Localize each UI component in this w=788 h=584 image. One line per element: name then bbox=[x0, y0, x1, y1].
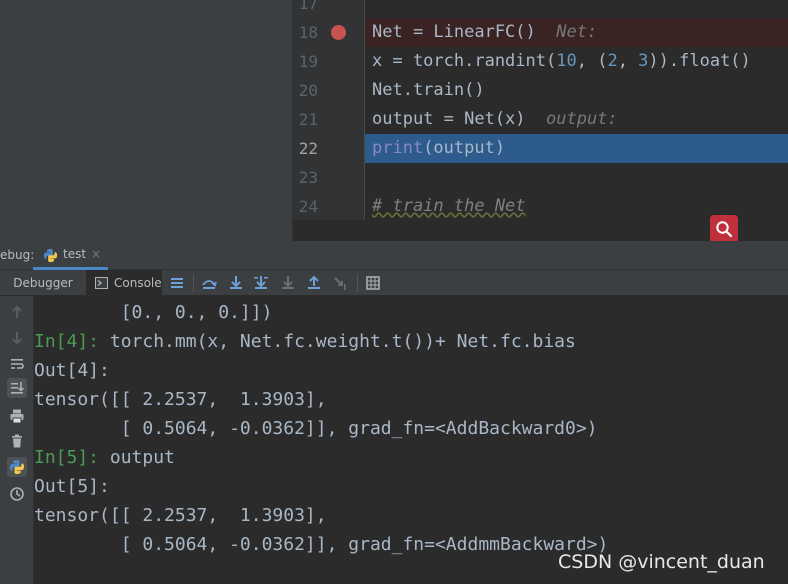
soft-wrap-icon[interactable] bbox=[9, 356, 25, 372]
line-number: 20 bbox=[298, 81, 318, 100]
code-line-22[interactable]: 22 print(output) bbox=[293, 134, 788, 163]
debug-console-output[interactable]: [0., 0., 0.]]) In[4]: torch.mm(x, Net.fc… bbox=[34, 296, 788, 584]
line-number: 22 bbox=[298, 139, 318, 158]
project-panel bbox=[0, 0, 293, 241]
force-step-into-icon[interactable] bbox=[280, 275, 296, 291]
tab-debugger[interactable]: Debugger bbox=[6, 270, 80, 296]
tab-test[interactable]: test × bbox=[33, 241, 108, 270]
console-prompt: In[4]: bbox=[34, 331, 100, 352]
code-line-23[interactable]: 23 bbox=[293, 163, 788, 192]
run-to-cursor-icon[interactable] bbox=[333, 275, 349, 291]
trash-icon[interactable] bbox=[9, 433, 25, 449]
console-line: [ 0.5064, -0.0362]], grad_fn=<AddBackwar… bbox=[34, 418, 598, 439]
console-line: In[5]: output bbox=[34, 447, 175, 468]
scroll-up-icon[interactable] bbox=[9, 304, 25, 320]
tab-label: test bbox=[63, 247, 87, 261]
console-line: tensor([[ 2.2537, 1.3903], bbox=[34, 505, 327, 526]
scroll-to-end-icon[interactable] bbox=[9, 380, 25, 396]
console-line: Out[5]: bbox=[34, 476, 110, 497]
debug-label: ebug: bbox=[0, 248, 35, 262]
breakpoint-icon[interactable] bbox=[331, 25, 346, 40]
debug-tool-window-header: ebug: test × bbox=[0, 241, 788, 270]
search-icon bbox=[716, 221, 733, 238]
line-number: 23 bbox=[298, 168, 318, 187]
watermark: CSDN @vincent_duan bbox=[558, 551, 765, 573]
line-number: 17 bbox=[298, 0, 318, 13]
step-into-my-code-icon[interactable] bbox=[253, 275, 269, 291]
python-console-icon[interactable] bbox=[9, 459, 25, 475]
console-line: tensor([[ 2.2537, 1.3903], bbox=[34, 389, 327, 410]
console-icon bbox=[95, 277, 108, 289]
close-icon[interactable]: × bbox=[91, 241, 101, 268]
code-line-20[interactable]: 20 Net.train() bbox=[293, 76, 788, 105]
toolbar-separator bbox=[193, 274, 194, 292]
python-icon bbox=[43, 248, 58, 263]
code-line-17[interactable]: 17 bbox=[293, 0, 788, 18]
code-text: print(output) bbox=[372, 138, 506, 158]
menu-icon[interactable] bbox=[169, 275, 185, 291]
line-number: 24 bbox=[298, 197, 318, 216]
code-text: Net = LinearFC() Net: bbox=[372, 22, 598, 42]
line-number: 18 bbox=[298, 23, 318, 42]
scroll-down-icon[interactable] bbox=[9, 330, 25, 346]
step-into-icon[interactable] bbox=[228, 275, 244, 291]
code-line-21[interactable]: 21 output = Net(x) output: bbox=[293, 105, 788, 134]
search-button[interactable] bbox=[710, 215, 738, 243]
code-line-18[interactable]: 18 Net = LinearFC() Net: bbox=[293, 18, 788, 47]
line-number: 19 bbox=[298, 52, 318, 71]
inline-debug-value: output: bbox=[546, 109, 618, 129]
print-icon[interactable] bbox=[9, 408, 25, 424]
debug-toolbar: Debugger Console bbox=[0, 270, 788, 296]
history-icon[interactable] bbox=[9, 486, 25, 502]
console-line: [0., 0., 0.]]) bbox=[34, 302, 273, 323]
console-side-toolbar bbox=[0, 296, 34, 584]
code-text: output = Net(x) output: bbox=[372, 109, 618, 129]
console-prompt: In[5]: bbox=[34, 447, 100, 468]
code-line-19[interactable]: 19 x = torch.randint(10, (2, 3)).float() bbox=[293, 47, 788, 76]
step-out-icon[interactable] bbox=[306, 275, 322, 291]
tab-console[interactable]: Console bbox=[86, 270, 162, 296]
step-over-icon[interactable] bbox=[201, 275, 217, 291]
line-number: 21 bbox=[298, 110, 318, 129]
evaluate-expression-icon[interactable] bbox=[365, 275, 381, 291]
toolbar-separator bbox=[357, 274, 358, 292]
code-comment: # train the Net bbox=[372, 196, 526, 216]
console-line: In[4]: torch.mm(x, Net.fc.weight.t())+ N… bbox=[34, 331, 576, 352]
console-line: [ 0.5064, -0.0362]], grad_fn=<AddmmBackw… bbox=[34, 534, 609, 555]
code-text: x = torch.randint(10, (2, 3)).float() bbox=[372, 51, 751, 71]
editor-area: 17 18 Net = LinearFC() Net: 19 x = torch… bbox=[0, 0, 788, 243]
inline-debug-value: Net: bbox=[556, 22, 598, 42]
console-line: Out[4]: bbox=[34, 360, 110, 381]
tab-console-label: Console bbox=[114, 276, 162, 290]
code-text: Net.train() bbox=[372, 80, 485, 100]
